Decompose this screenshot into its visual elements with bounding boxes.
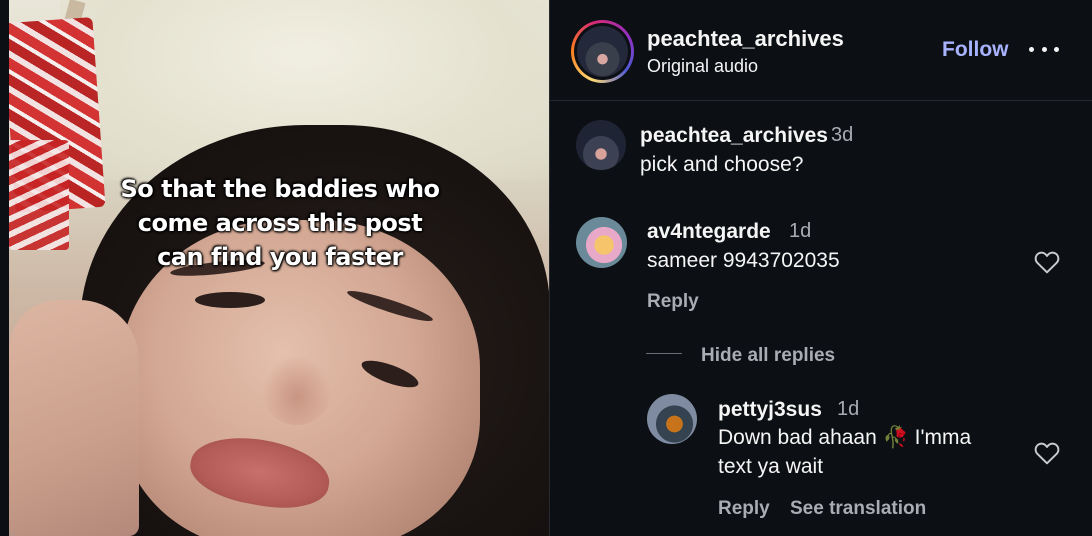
gift-wrap-paper-lower [9,140,69,250]
author-username[interactable]: peachtea_archives [647,26,844,52]
caption-line-1: So that the baddies who [120,175,440,203]
comment-timestamp[interactable]: 1d [789,220,811,243]
comment-username[interactable]: peachtea_archives [640,124,828,148]
reply-text-line-2: text ya wait [718,455,824,478]
follow-button[interactable]: Follow [942,38,1009,62]
comment-avatar[interactable] [576,120,626,170]
author-avatar-story-ring[interactable] [571,20,634,83]
reply-timestamp[interactable]: 1d [837,398,859,421]
reply-avatar[interactable] [647,394,697,444]
hide-replies-button[interactable]: Hide all replies [701,345,835,367]
comment-username[interactable]: av4ntegarde [647,220,771,244]
reply-username[interactable]: pettyj3sus [718,398,822,422]
comment-text: sameer 9943702035 [647,249,840,272]
audio-link[interactable]: Original audio [647,56,758,77]
nose [262,355,332,425]
media-left-border [0,0,9,536]
replies-divider [646,353,682,354]
see-translation-button[interactable]: See translation [790,498,926,520]
reply-button[interactable]: Reply [718,498,770,520]
comment-text: pick and choose? [640,153,804,176]
post-video[interactable]: So that the baddies who come across this… [0,0,549,536]
left-eye [195,292,265,308]
person-hand [9,300,139,536]
video-text-overlay: So that the baddies who come across this… [80,172,480,274]
comment-timestamp[interactable]: 3d [831,124,853,147]
like-heart-icon[interactable] [1034,441,1060,465]
comment-avatar[interactable] [576,217,627,268]
author-avatar [577,26,628,77]
post-header: peachtea_archives Original audio Follow [550,0,1092,101]
comments-panel: peachtea_archives Original audio Follow … [549,0,1092,536]
reply-button[interactable]: Reply [647,291,699,313]
caption-line-3: can find you faster [157,243,403,271]
reply-text-line-1: Down bad ahaan 🥀 I'mma [718,426,972,449]
more-options-icon[interactable] [1029,36,1059,62]
caption-line-2: come across this post [137,209,423,237]
like-heart-icon[interactable] [1034,250,1060,274]
